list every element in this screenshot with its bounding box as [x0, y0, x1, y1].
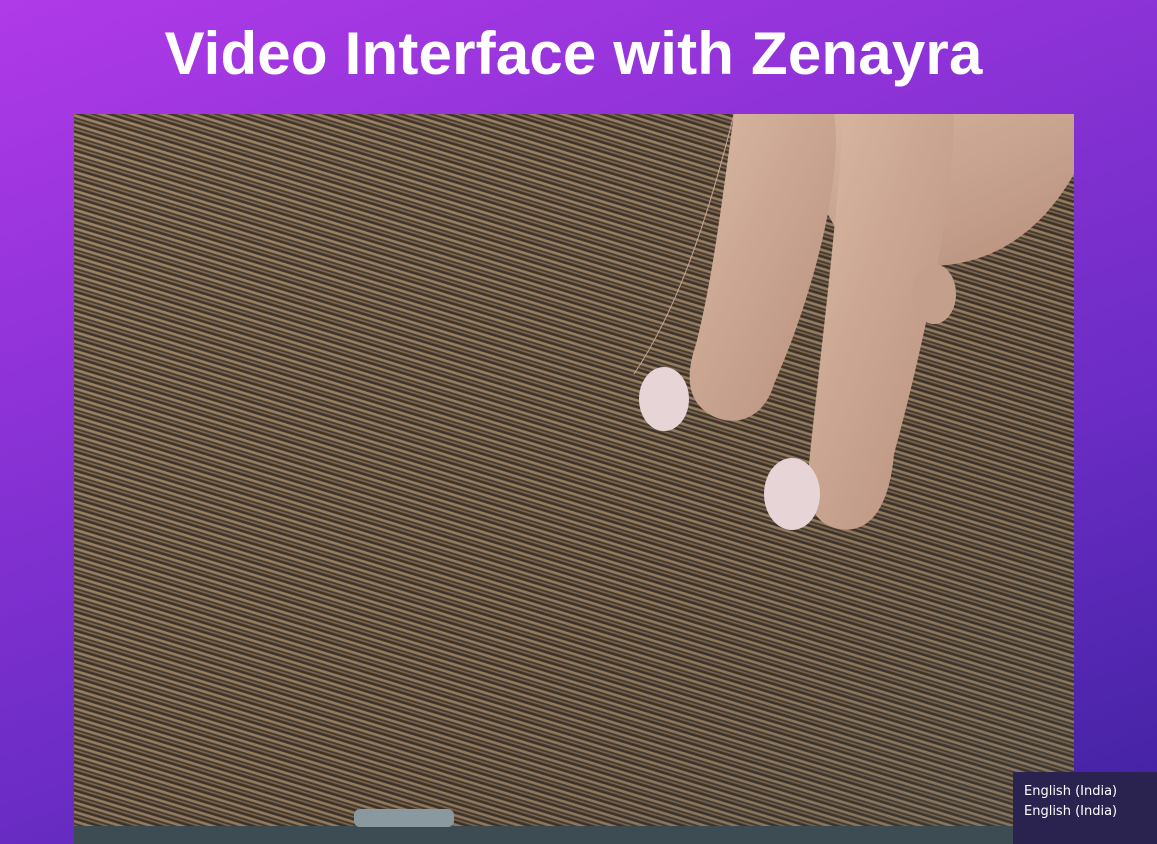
video-feed[interactable] — [74, 114, 1074, 844]
input-language-indicator[interactable]: English (India) English (India) — [1013, 772, 1157, 844]
language-label: English (India) — [1024, 784, 1118, 799]
page-title: Video Interface with Zenayra — [164, 20, 983, 87]
language-label-secondary: English (India) — [1024, 804, 1118, 819]
camera-image — [74, 114, 1074, 844]
